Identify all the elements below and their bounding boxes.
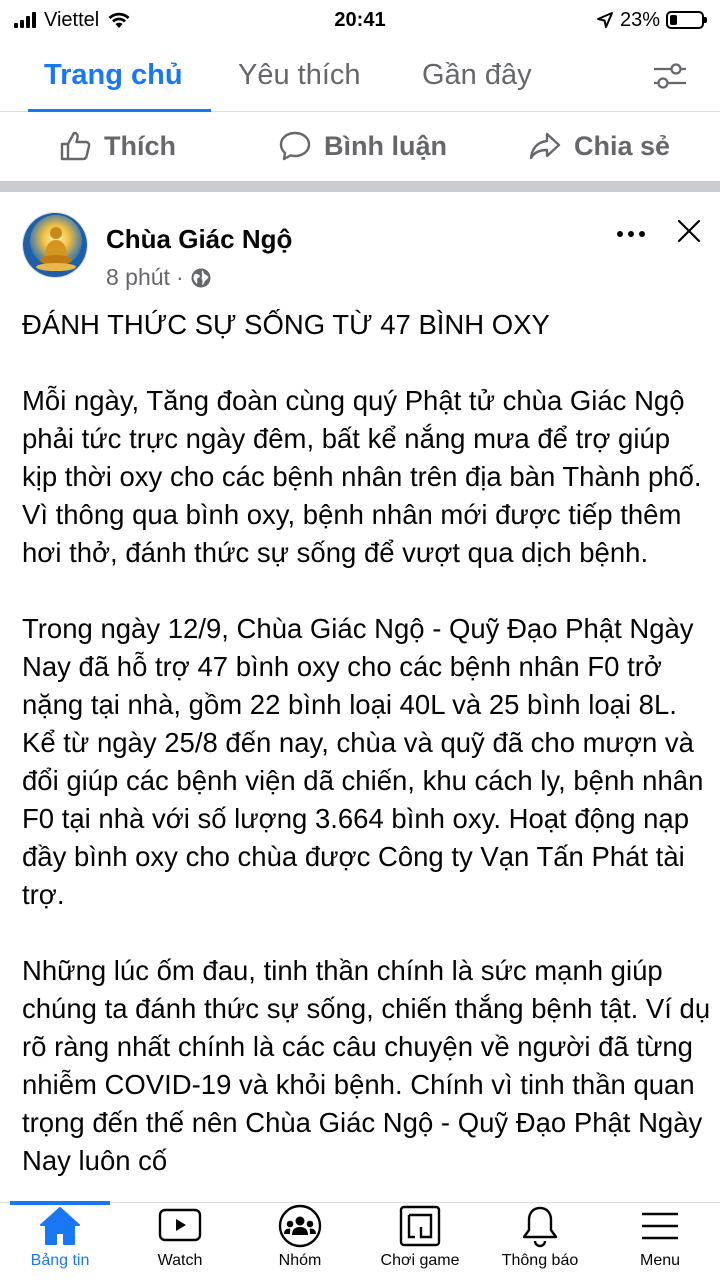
gaming-icon (398, 1204, 442, 1248)
status-bar: Viettel 20:41 23% (0, 0, 720, 40)
nav-gaming-label: Chơi game (380, 1252, 460, 1269)
share-button[interactable]: Chia sẻ (528, 129, 670, 163)
comment-bubble-icon (279, 131, 311, 161)
post-action-bar: Thích Bình luận Chia sẻ (0, 113, 720, 181)
post-time[interactable]: 8 phút (106, 264, 170, 291)
like-label: Thích (104, 130, 176, 161)
bottom-navigation: Bảng tin Watch Nhóm Chơi game Thông báo … (0, 1201, 720, 1280)
more-options-icon[interactable] (616, 224, 646, 244)
post-paragraph-2: Trong ngày 12/9, Chùa Giác Ngộ - Quỹ Đạo… (22, 613, 704, 910)
bell-icon (518, 1204, 562, 1248)
post-paragraph-1: Mỗi ngày, Tăng đoàn cùng quý Phật tử chù… (22, 385, 702, 568)
nav-watch[interactable]: Watch (120, 1203, 240, 1280)
meta-dot: · (175, 264, 184, 290)
watch-icon (158, 1204, 202, 1248)
nav-menu[interactable]: Menu (600, 1203, 720, 1280)
nav-watch-label: Watch (157, 1252, 203, 1269)
tab-home[interactable]: Trang chủ (28, 40, 211, 112)
comment-label: Bình luận (324, 130, 447, 161)
post-body: ĐÁNH THỨC SỰ SỐNG TỪ 47 BÌNH OXY Mỗi ngà… (22, 306, 712, 1218)
menu-icon (638, 1204, 682, 1248)
groups-icon (278, 1204, 322, 1248)
status-left: Viettel (14, 9, 131, 32)
location-arrow-icon (596, 12, 613, 28)
tab-recent[interactable]: Gần đây (422, 40, 532, 112)
comment-button[interactable]: Bình luận (278, 129, 447, 163)
nav-home-label: Bảng tin (30, 1252, 90, 1269)
thumbs-up-icon (60, 131, 91, 161)
nav-notifications[interactable]: Thông báo (480, 1203, 600, 1280)
close-icon[interactable] (676, 218, 702, 244)
buddha-avatar-image (23, 213, 87, 277)
post-paragraph-3: Những lúc ốm đau, tinh thần chính là sức… (22, 955, 711, 1176)
nav-gaming[interactable]: Chơi game (360, 1203, 480, 1280)
like-button[interactable]: Thích (58, 129, 176, 163)
battery-percent: 23% (619, 8, 660, 31)
post-meta: 8 phút · (106, 264, 212, 291)
wifi-icon (108, 12, 130, 28)
nav-menu-label: Menu (639, 1252, 681, 1269)
tab-favorites[interactable]: Yêu thích (238, 40, 361, 112)
share-label: Chia sẻ (574, 130, 671, 161)
nav-home[interactable]: Bảng tin (0, 1201, 120, 1280)
page-name[interactable]: Chùa Giác Ngộ (106, 224, 292, 255)
feed-tabs: Trang chủ Yêu thích Gần đây (0, 40, 720, 112)
filter-settings-icon[interactable] (652, 62, 688, 90)
globe-icon (191, 268, 211, 287)
signal-icon (14, 12, 36, 28)
battery-fill (670, 15, 677, 25)
page-avatar[interactable] (22, 212, 88, 278)
post-header: Chùa Giác Ngộ 8 phút · (22, 212, 702, 292)
status-right: 23% (596, 8, 707, 32)
home-icon (38, 1204, 82, 1248)
nav-groups-label: Nhóm (278, 1252, 322, 1269)
carrier-name: Viettel (44, 8, 100, 31)
post-title: ĐÁNH THỨC SỰ SỐNG TỪ 47 BÌNH OXY (22, 309, 550, 340)
nav-groups[interactable]: Nhóm (240, 1203, 360, 1280)
nav-notifications-label: Thông báo (501, 1252, 579, 1269)
share-arrow-icon (529, 132, 561, 160)
battery-icon (666, 11, 707, 29)
section-divider (0, 181, 720, 192)
